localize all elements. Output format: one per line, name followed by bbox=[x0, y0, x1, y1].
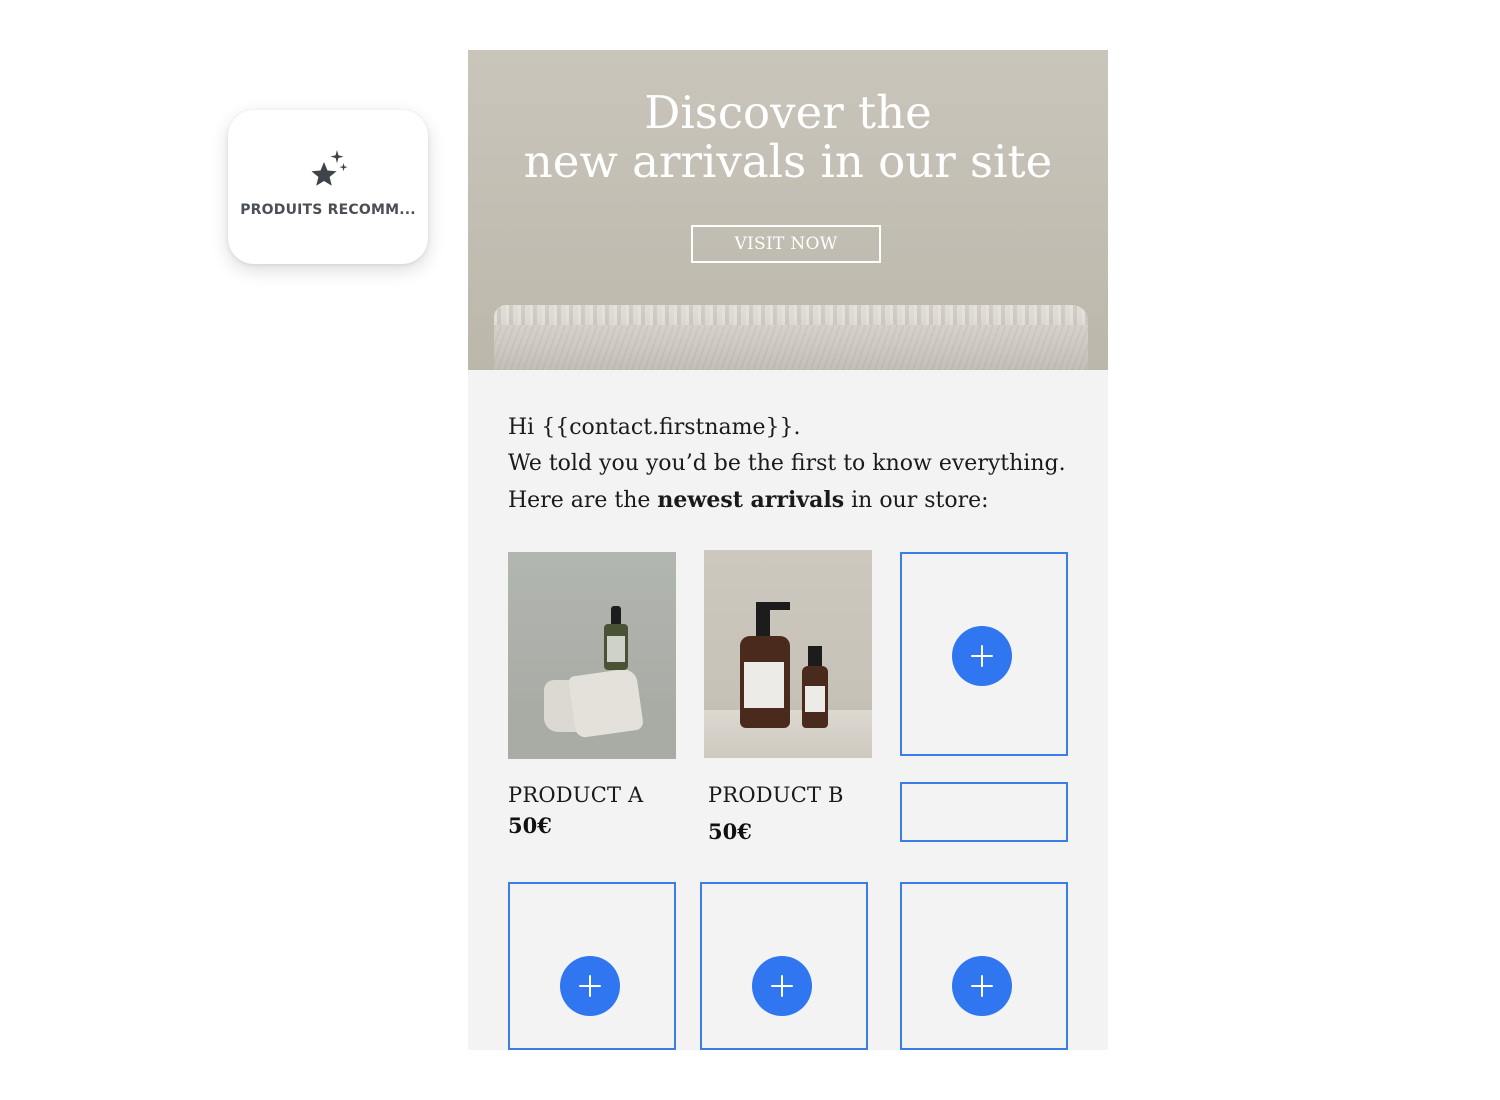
product-b-image[interactable] bbox=[704, 550, 872, 758]
intro-line-3: Here are the newest arrivals in our stor… bbox=[508, 482, 1068, 519]
empty-product-slot[interactable] bbox=[900, 552, 1068, 756]
intro-line-3-start: Here are the bbox=[508, 488, 658, 513]
recommended-products-block[interactable]: PRODUITS RECOMM... bbox=[228, 110, 428, 264]
hero-banner[interactable]: Discover the new arrivals in our site VI… bbox=[468, 50, 1108, 370]
add-product-button[interactable] bbox=[952, 626, 1012, 686]
intro-line-2: We told you you’d be the first to know e… bbox=[508, 451, 1066, 476]
greeting-line: Hi {{contact.firstname}}. bbox=[508, 415, 801, 440]
sparkle-star-icon bbox=[311, 150, 348, 186]
product-a-name[interactable]: PRODUCT A bbox=[508, 783, 643, 807]
hero-title: Discover the new arrivals in our site bbox=[468, 88, 1108, 186]
product-b-name[interactable]: PRODUCT B bbox=[708, 783, 844, 807]
add-product-button[interactable] bbox=[752, 956, 812, 1016]
hero-title-line-2: new arrivals in our site bbox=[523, 135, 1053, 188]
empty-product-slot[interactable] bbox=[700, 882, 868, 1050]
product-a-price[interactable]: 50€ bbox=[508, 813, 552, 838]
stone-plinth-image bbox=[494, 305, 1088, 370]
add-product-button[interactable] bbox=[952, 956, 1012, 1016]
product-a-image[interactable] bbox=[508, 552, 676, 759]
email-canvas: Discover the new arrivals in our site VI… bbox=[468, 50, 1108, 1050]
visit-now-button[interactable]: VISIT NOW bbox=[691, 225, 881, 263]
add-product-button[interactable] bbox=[560, 956, 620, 1016]
empty-product-slot[interactable] bbox=[900, 882, 1068, 1050]
hero-title-line-1: Discover the bbox=[644, 86, 932, 139]
empty-product-slot[interactable] bbox=[508, 882, 676, 1050]
intro-text[interactable]: Hi {{contact.firstname}}. We told you yo… bbox=[508, 410, 1068, 519]
intro-emphasis: newest arrivals bbox=[657, 487, 845, 513]
block-label: PRODUITS RECOMM... bbox=[240, 202, 416, 218]
empty-text-slot[interactable] bbox=[900, 782, 1068, 842]
intro-line-3-end: in our store: bbox=[844, 488, 989, 513]
product-b-price[interactable]: 50€ bbox=[708, 819, 752, 844]
